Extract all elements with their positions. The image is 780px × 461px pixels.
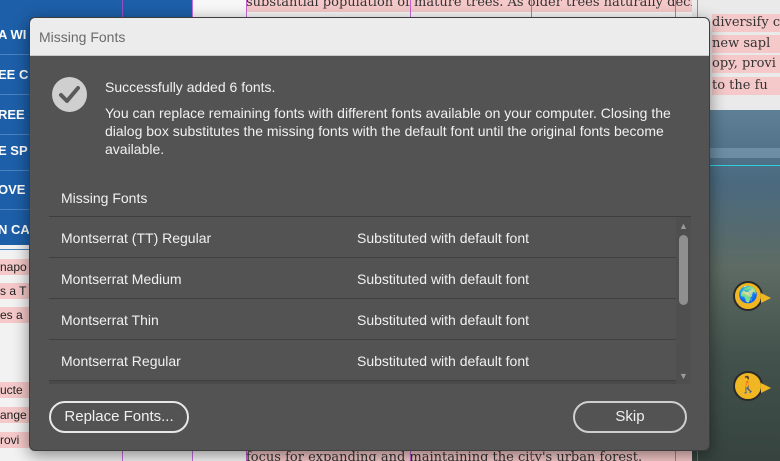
globe-marker-icon: 🌍	[733, 281, 771, 311]
replace-fonts-button[interactable]: Replace Fonts...	[49, 401, 189, 433]
font-status: Substituted with default font	[357, 271, 529, 287]
dialog-title: Missing Fonts	[39, 29, 126, 45]
font-name: Montserrat Regular	[61, 353, 181, 369]
scroll-thumb[interactable]	[679, 235, 688, 305]
scroll-down-arrow-icon[interactable]: ▼	[676, 369, 691, 383]
missing-fonts-list[interactable]: Montserrat (TT) Regular Substituted with…	[49, 216, 691, 384]
list-scrollbar[interactable]: ▲ ▼	[676, 217, 691, 384]
font-status: Substituted with default font	[357, 353, 529, 369]
checkmark-icon	[52, 77, 87, 112]
font-name: Montserrat Medium	[61, 271, 182, 287]
font-name: Montserrat (TT) Regular	[61, 230, 212, 246]
bg-page-text: new sapl	[712, 35, 780, 53]
bg-page-text: substantial population of mature trees. …	[246, 0, 692, 12]
globe-icon: 🌍	[738, 287, 758, 304]
font-row[interactable]: Montserrat Regular Substituted with defa…	[49, 340, 676, 381]
missing-fonts-dialog: Missing Fonts Successfully added 6 fonts…	[29, 17, 710, 451]
success-message: Successfully added 6 fonts.	[105, 79, 276, 95]
bg-page-text: opy, provi	[712, 55, 780, 73]
skip-button[interactable]: Skip	[573, 401, 687, 433]
font-row[interactable]: Montserrat Thin Substituted with default…	[49, 299, 676, 340]
bg-snippet: es a	[0, 307, 29, 323]
font-status: Substituted with default font	[357, 230, 529, 246]
scroll-up-arrow-icon[interactable]: ▲	[676, 219, 691, 233]
bg-page-text: to the fu	[712, 77, 780, 95]
missing-fonts-list-heading: Missing Fonts	[61, 190, 148, 206]
bg-snippet: rovi	[0, 432, 29, 448]
font-status: Substituted with default font	[357, 312, 529, 328]
bg-snippet: ange	[0, 407, 29, 423]
font-name: Montserrat Thin	[61, 312, 159, 328]
bg-snippet: napo	[0, 259, 29, 275]
walking-person-icon: 🚶	[738, 377, 758, 394]
dialog-titlebar[interactable]: Missing Fonts	[30, 18, 709, 56]
font-row[interactable]: Montserrat (TT) Regular Substituted with…	[49, 217, 676, 258]
detail-message: You can replace remaining fonts with dif…	[105, 105, 671, 157]
bg-snippet: ucte	[0, 382, 29, 398]
walking-person-marker-icon: 🚶	[733, 371, 771, 401]
bg-snippet: s a T	[0, 283, 29, 299]
bg-page-text: diversify ca	[712, 14, 780, 32]
font-row[interactable]: Montserrat Medium Substituted with defau…	[49, 258, 676, 299]
